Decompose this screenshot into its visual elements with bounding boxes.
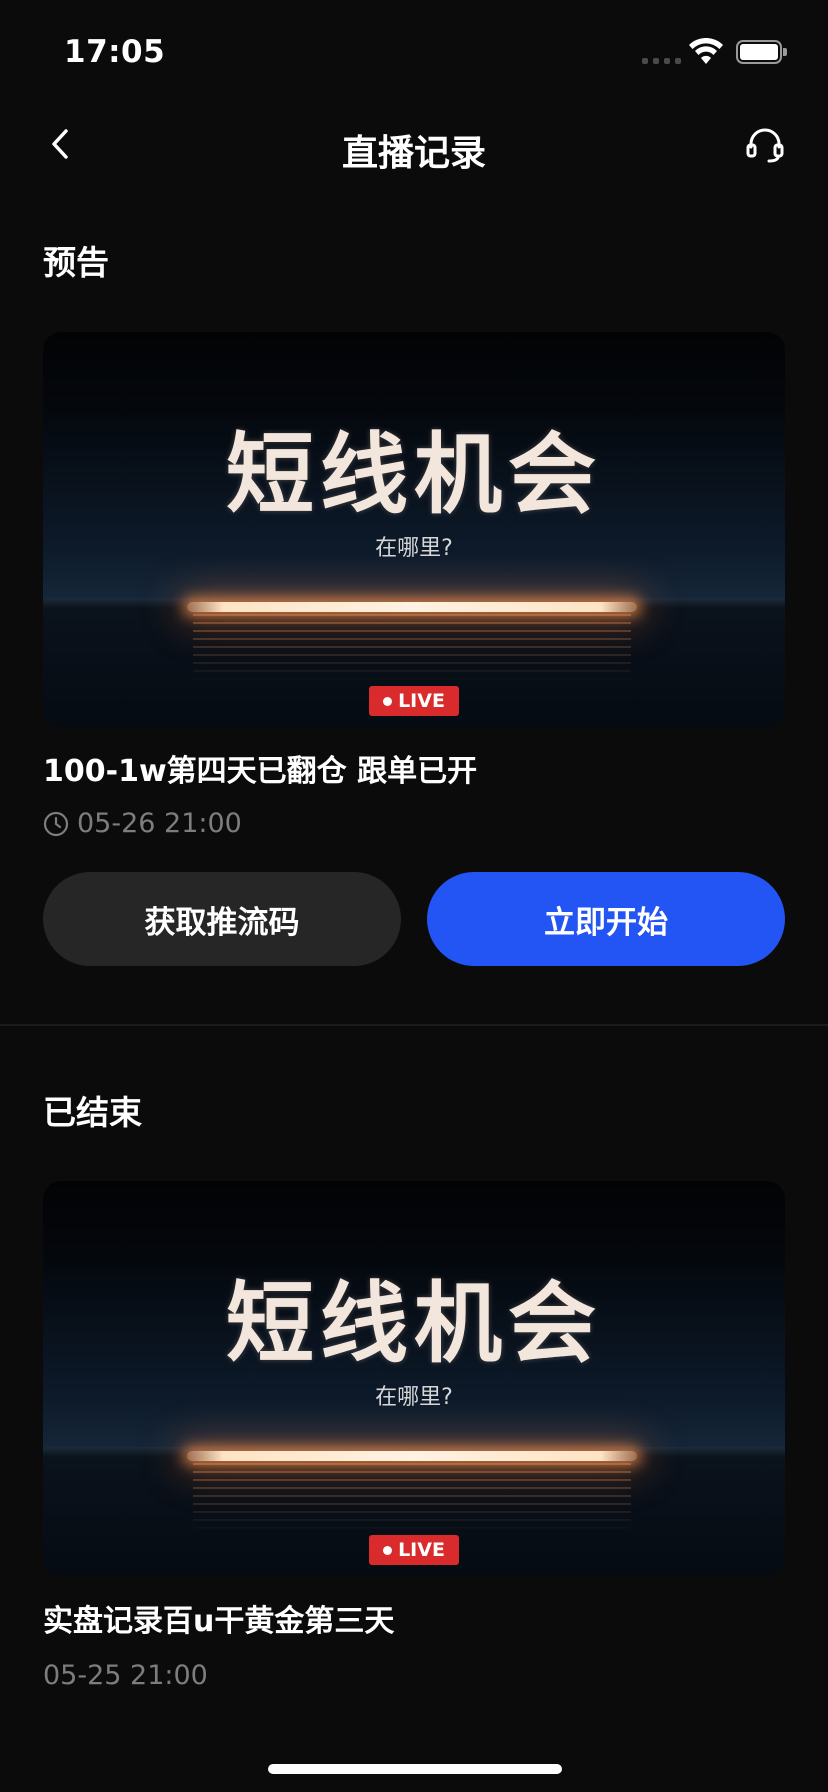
thumbnail-subline: 在哪里?: [375, 536, 453, 561]
live-title: 100-1w第四天已翻仓 跟单已开: [43, 754, 478, 789]
thumbnail-headline: 短线机会: [225, 1272, 602, 1375]
live-dot-icon: [383, 696, 393, 706]
live-badge-label: LIVE: [398, 690, 445, 712]
glow-line: [187, 1451, 637, 1461]
thumbnail-subline: 在哪里?: [375, 1385, 453, 1410]
live-records-screen: 17:05 直播记录 预告 短线机会 在哪里? LIVE 100-1w第四天已翻…: [0, 0, 828, 1792]
section-divider: [0, 1024, 828, 1026]
live-dot-icon: [383, 1545, 393, 1555]
status-bar: 17:05: [0, 0, 828, 100]
live-badge: LIVE: [369, 686, 459, 716]
clock-icon: [43, 811, 69, 836]
live-thumbnail[interactable]: 短线机会 在哪里? LIVE: [43, 332, 785, 728]
thumbnail-headline: 短线机会: [225, 423, 602, 526]
replay-time: 05-25 21:00: [43, 1660, 208, 1691]
live-badge-label: LIVE: [398, 1539, 445, 1561]
live-time: 05-26 21:00: [43, 808, 242, 839]
nav-bar: 直播记录: [0, 100, 828, 192]
glow-line: [187, 602, 637, 612]
live-time-text: 05-26 21:00: [77, 808, 242, 839]
wifi-icon: [689, 38, 723, 64]
replay-title: 实盘记录百u干黄金第三天: [43, 1604, 395, 1639]
cellular-signal-icon: [642, 58, 681, 64]
home-indicator: [268, 1764, 562, 1774]
replay-thumbnail[interactable]: 短线机会 在哪里? LIVE: [43, 1181, 785, 1577]
page-title: 直播记录: [341, 133, 486, 174]
section-title-ended: 已结束: [43, 1093, 142, 1132]
get-stream-key-button[interactable]: 获取推流码: [43, 872, 401, 966]
start-now-button[interactable]: 立即开始: [427, 872, 785, 966]
customer-support-button[interactable]: [740, 120, 790, 170]
section-title-upcoming: 预告: [43, 243, 109, 282]
headset-icon: [746, 128, 784, 163]
status-time: 17:05: [64, 34, 166, 70]
battery-icon: [736, 40, 787, 64]
live-badge: LIVE: [369, 1535, 459, 1565]
